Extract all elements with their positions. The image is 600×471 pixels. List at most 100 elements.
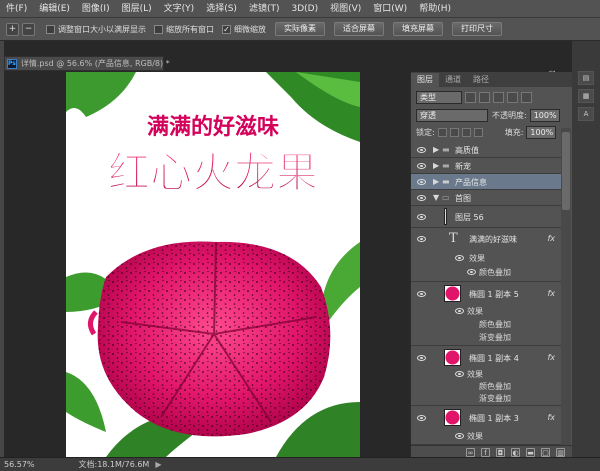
tab-layers[interactable]: 图层 xyxy=(411,73,439,87)
zoom-all-checkbox[interactable] xyxy=(154,24,163,34)
trash-icon[interactable]: ▥ xyxy=(556,448,565,457)
document-canvas[interactable]: 满满的好滋味 红心火龙果 xyxy=(66,72,360,457)
visibility-eye-icon[interactable] xyxy=(417,163,426,169)
visibility-eye-icon[interactable] xyxy=(417,147,426,153)
lock-position-icon[interactable] xyxy=(461,128,471,137)
effects-eye-icon[interactable] xyxy=(455,433,464,439)
kind-filter-value: 类型 xyxy=(420,92,436,102)
fill-input[interactable]: 100% xyxy=(526,126,557,139)
link-icon[interactable]: ∞ xyxy=(466,448,475,457)
fx-icon[interactable]: fx xyxy=(547,413,555,422)
opacity-input[interactable]: 100% xyxy=(529,108,560,122)
folder-icon: ▬ xyxy=(442,177,450,186)
effects-eye-icon[interactable] xyxy=(455,255,464,261)
visibility-eye-icon[interactable] xyxy=(417,195,426,201)
group-name: 高质值 xyxy=(455,146,479,155)
layers-scrollbar-thumb[interactable] xyxy=(562,132,570,210)
lock-all-icon[interactable] xyxy=(473,128,483,137)
menu-layer[interactable]: 图层(L) xyxy=(116,0,158,18)
effects-eye-icon[interactable] xyxy=(455,308,464,314)
actual-pixels-button[interactable]: 实际像素 xyxy=(275,22,325,36)
layers-panel: 图层 通道 路径 类型 穿透 不透明度: 100% 锁定: 填充: 100% ▶… xyxy=(410,72,573,459)
new-group-icon[interactable]: ▬ xyxy=(526,448,535,457)
menu-type[interactable]: 文字(Y) xyxy=(158,0,201,18)
layer-group-row-selected[interactable]: ▶ ▬ 产品信息 xyxy=(411,174,561,190)
effect-name: 颜色叠加 xyxy=(479,320,511,329)
effects-eye-icon[interactable] xyxy=(455,371,464,377)
type-filter-icon[interactable] xyxy=(493,91,504,103)
shape-layer-row[interactable]: 椭圆 1 副本 5 fx 效果 颜色叠加 渐变叠加 xyxy=(411,282,561,346)
fx-icon[interactable]: fx xyxy=(547,353,555,362)
scrubby-zoom-option[interactable]: ✓ 细微缩放 xyxy=(222,24,266,35)
menu-image[interactable]: 图像(I) xyxy=(76,0,116,18)
text-layer-row[interactable]: T 满满的好滋味 fx 效果 颜色叠加 xyxy=(411,228,561,282)
layer-row[interactable]: 图层 56 xyxy=(411,206,561,228)
expand-arrow-icon[interactable]: ▶ xyxy=(433,145,439,154)
print-size-button[interactable]: 打印尺寸 xyxy=(452,22,502,36)
layer-group-row[interactable]: ▼ ▭ 首图 xyxy=(411,190,561,206)
adjustment-icon[interactable]: ◐ xyxy=(511,448,520,457)
visibility-eye-icon[interactable] xyxy=(417,291,426,297)
kind-filter-select[interactable]: 类型 xyxy=(416,90,462,104)
properties-panel-icon[interactable]: ▦ xyxy=(578,89,594,103)
layer-name: 椭圆 1 副本 4 xyxy=(469,354,519,363)
visibility-eye-icon[interactable] xyxy=(417,236,426,242)
shape-layer-row[interactable]: 椭圆 1 副本 3 fx 效果 xyxy=(411,406,561,445)
fx-icon[interactable]: fx xyxy=(547,289,555,298)
fx-button-icon[interactable]: f xyxy=(481,448,490,457)
lock-transparency-icon[interactable] xyxy=(437,128,447,137)
character-panel-icon[interactable]: A xyxy=(578,107,594,121)
blend-mode-select[interactable]: 穿透 xyxy=(416,108,488,122)
menu-filter[interactable]: 滤镜(T) xyxy=(243,0,286,18)
resize-windows-option[interactable]: 调整窗口大小以满屏显示 xyxy=(46,24,146,35)
zoom-level[interactable]: 56.57% xyxy=(4,460,35,469)
shape-filter-icon[interactable] xyxy=(507,91,518,103)
zoom-in-icon[interactable]: + xyxy=(6,22,19,36)
fit-screen-button[interactable]: 适合屏幕 xyxy=(334,22,384,36)
smart-object-filter-icon[interactable] xyxy=(521,91,532,103)
adjustment-filter-icon[interactable] xyxy=(479,91,490,103)
layer-name: 图层 56 xyxy=(455,213,484,222)
document-tab[interactable]: Ps 详情.psd @ 56.6% (产品信息, RGB/8) * xyxy=(4,56,170,71)
scrubby-zoom-label: 细微缩放 xyxy=(234,24,266,34)
pixel-filter-icon[interactable] xyxy=(465,91,476,103)
menu-edit[interactable]: 编辑(E) xyxy=(33,0,76,18)
menu-view[interactable]: 视图(V) xyxy=(324,0,367,18)
panel-tabs: 图层 通道 路径 xyxy=(411,72,573,87)
fill-screen-button[interactable]: 填充屏幕 xyxy=(393,22,443,36)
expand-arrow-icon[interactable]: ▶ xyxy=(433,161,439,170)
fx-icon[interactable]: fx xyxy=(547,234,555,243)
mask-icon[interactable]: ◘ xyxy=(496,448,505,457)
tab-channels[interactable]: 通道 xyxy=(439,73,467,87)
tool-strip xyxy=(0,41,4,459)
menu-3d[interactable]: 3D(D) xyxy=(285,0,324,18)
layer-name: 椭圆 1 副本 3 xyxy=(469,414,519,423)
scrubby-zoom-checkbox[interactable]: ✓ xyxy=(222,24,231,34)
expand-arrow-icon[interactable]: ▶ xyxy=(433,177,439,186)
menu-help[interactable]: 帮助(H) xyxy=(413,0,457,18)
status-menu-arrow-icon[interactable]: ▶ xyxy=(155,460,161,469)
tab-paths[interactable]: 路径 xyxy=(467,73,495,87)
resize-windows-checkbox[interactable] xyxy=(46,24,55,34)
new-layer-icon[interactable]: ▢ xyxy=(541,448,550,457)
visibility-eye-icon[interactable] xyxy=(417,214,426,220)
effect-eye-icon[interactable] xyxy=(467,269,476,275)
zoom-all-label: 缩放所有窗口 xyxy=(166,24,214,34)
collapse-arrow-icon[interactable]: ▼ xyxy=(433,193,439,202)
visibility-eye-icon[interactable] xyxy=(417,355,426,361)
layer-thumbnail xyxy=(444,285,461,302)
shape-layer-row[interactable]: 椭圆 1 副本 4 fx 效果 颜色叠加 渐变叠加 xyxy=(411,346,561,406)
history-panel-icon[interactable]: ▤ xyxy=(578,71,594,85)
zoom-all-option[interactable]: 缩放所有窗口 xyxy=(154,24,214,35)
menu-window[interactable]: 窗口(W) xyxy=(367,0,413,18)
document-size[interactable]: 文档:18.1M/76.6M xyxy=(79,459,150,470)
lock-pixels-icon[interactable] xyxy=(449,128,459,137)
visibility-eye-icon[interactable] xyxy=(417,415,426,421)
menu-file[interactable]: 件(F) xyxy=(0,0,33,18)
zoom-out-icon[interactable]: − xyxy=(22,22,35,36)
layer-group-row[interactable]: ▶ ▬ 新宠 xyxy=(411,158,561,174)
visibility-eye-icon[interactable] xyxy=(417,179,426,185)
menu-select[interactable]: 选择(S) xyxy=(200,0,243,18)
document-title: 详情.psd @ 56.6% (产品信息, RGB/8) * xyxy=(20,59,170,68)
layer-group-row[interactable]: ▶ ▬ 高质值 xyxy=(411,142,561,158)
